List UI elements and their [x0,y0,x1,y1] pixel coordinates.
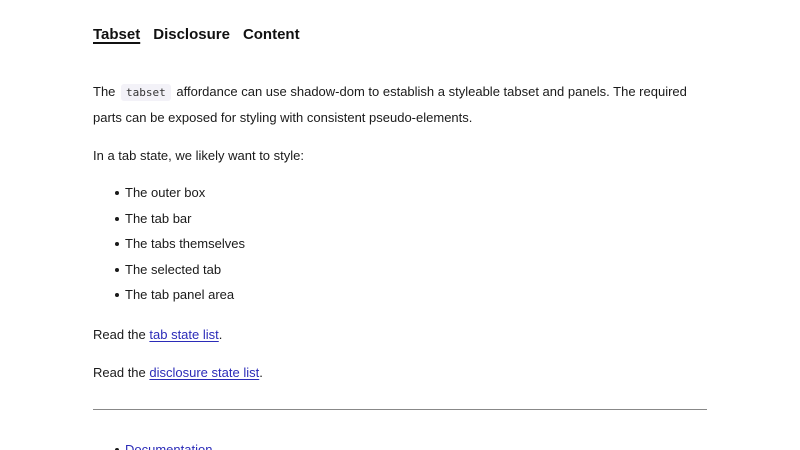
intro-prefix: The [93,84,116,99]
list-item-outer-box: The outer box [115,180,245,206]
documentation-link[interactable]: Documentation [125,442,212,450]
read-disclosure-state-paragraph: Read the disclosure state list. [93,360,707,385]
read-suffix: . [259,365,263,380]
intro-text: affordance can use shadow-dom to establi… [93,84,687,125]
footer-links: Documentation [93,440,212,450]
style-list: The outer box The tab bar The tabs thems… [93,180,245,308]
list-item-selected-tab: The selected tab [115,257,245,283]
style-lead-paragraph: In a tab state, we likely want to style: [93,148,304,163]
intro-paragraph: The tabset affordance can use shadow-dom… [93,79,707,130]
list-item-tabs-themselves: The tabs themselves [115,231,245,257]
read-tab-state-paragraph: Read the tab state list. [93,322,707,347]
disclosure-state-list-link[interactable]: disclosure state list [149,365,259,380]
list-item-tab-panel-area: The tab panel area [115,282,245,308]
divider [93,409,707,410]
read-suffix: . [218,327,223,342]
read-prefix: Read the [93,365,146,380]
tab-disclosure[interactable]: Disclosure [153,26,230,43]
list-item-tab-bar: The tab bar [115,206,245,232]
tab-nav: Tabset Disclosure Content [93,26,300,43]
tab-state-list-link[interactable]: tab state list [149,327,218,342]
tab-content[interactable]: Content [243,26,300,43]
tabset-code: tabset [121,84,171,101]
read-prefix: Read the [93,327,146,342]
footer-list-item: Documentation [114,440,212,450]
tab-tabset[interactable]: Tabset [93,26,140,43]
